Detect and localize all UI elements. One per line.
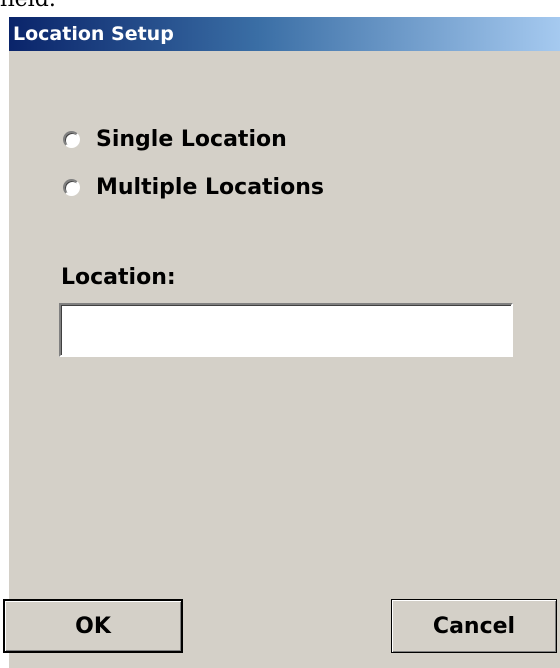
cancel-button[interactable]: Cancel: [391, 599, 557, 653]
dialog-title: Location Setup: [13, 23, 174, 45]
location-input[interactable]: [59, 303, 513, 357]
multiple-locations-option[interactable]: Multiple Locations: [63, 175, 324, 200]
ok-button[interactable]: OK: [3, 599, 183, 653]
multiple-locations-label: Multiple Locations: [96, 175, 324, 200]
title-bar[interactable]: Location Setup: [9, 17, 560, 51]
location-label: Location:: [61, 265, 176, 290]
page-text-fragment: field.: [0, 0, 160, 10]
single-location-option[interactable]: Single Location: [63, 127, 287, 152]
single-location-label: Single Location: [96, 127, 287, 152]
multiple-locations-radio[interactable]: [63, 179, 80, 196]
location-setup-dialog: Location Setup Single Location Multiple …: [3, 16, 560, 668]
single-location-radio[interactable]: [63, 131, 80, 148]
